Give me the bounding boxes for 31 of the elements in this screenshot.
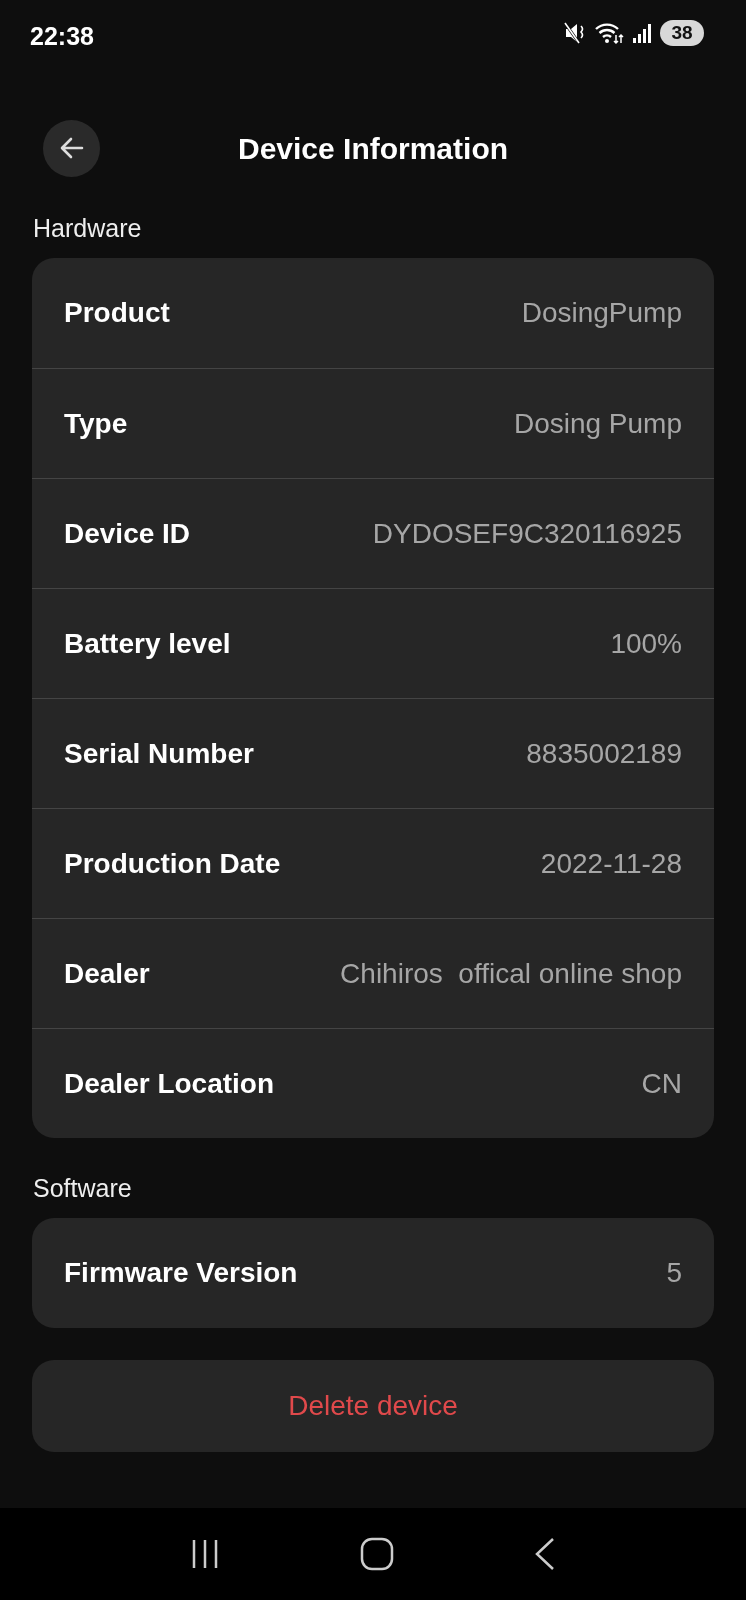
- row-label: Battery level: [64, 626, 231, 661]
- battery-indicator: 38: [660, 20, 704, 46]
- row-label: Type: [64, 406, 128, 441]
- row-label: Firmware Version: [64, 1256, 298, 1290]
- home-icon[interactable]: [360, 1537, 394, 1571]
- status-time: 22:38: [30, 21, 94, 52]
- row-label: Device ID: [64, 516, 191, 551]
- row-value: Chihiros offical online shop: [340, 956, 682, 991]
- row-label: Dealer Location: [64, 1066, 275, 1101]
- row-label: Dealer: [64, 956, 150, 991]
- section-title: Hardware: [33, 214, 142, 242]
- row-value: DYDOSEF9C320116925: [372, 516, 682, 551]
- row-value: CN: [641, 1066, 682, 1101]
- back-button[interactable]: [43, 119, 100, 177]
- row-value: Dosing Pump: [513, 406, 682, 441]
- back-icon[interactable]: [534, 1537, 556, 1571]
- row-value: 5: [666, 1256, 682, 1290]
- row-value: 2022-11-28: [540, 846, 682, 881]
- row-value: 100%: [610, 626, 682, 661]
- signal-icon: [632, 22, 652, 44]
- page-title: Device Information: [237, 130, 509, 167]
- row-label: Serial Number: [64, 736, 254, 771]
- delete-button[interactable]: Delete device: [32, 1360, 714, 1452]
- row-value: 8835002189: [526, 736, 682, 771]
- mute-icon: [564, 21, 586, 45]
- recent-apps-icon[interactable]: [190, 1538, 220, 1570]
- row-label: Production Date: [64, 846, 281, 881]
- row-label: Product: [64, 296, 170, 330]
- row-value: DosingPump: [521, 296, 682, 330]
- wifi-icon: [594, 21, 624, 45]
- section-title: Software: [33, 1174, 132, 1202]
